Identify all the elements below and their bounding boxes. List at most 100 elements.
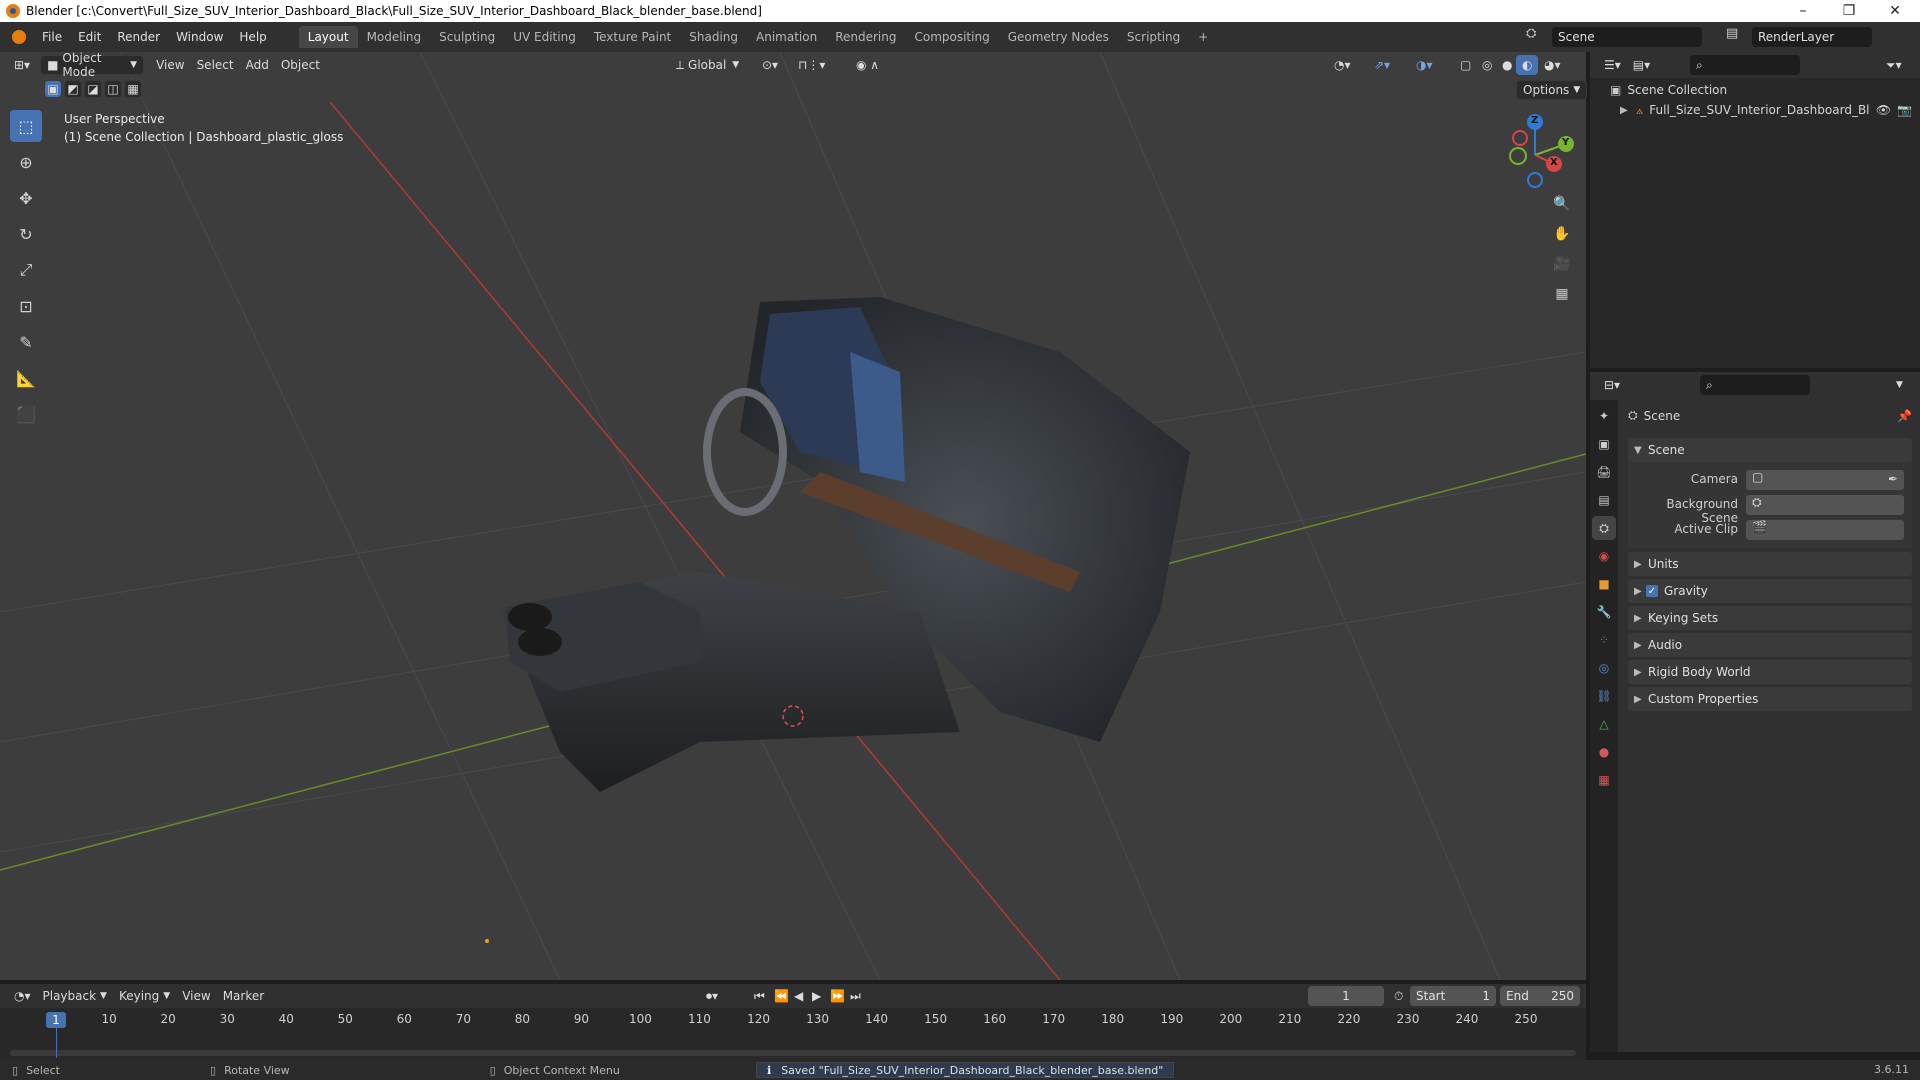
scale-icon[interactable]: ⤢ (10, 254, 42, 286)
output-tab-icon[interactable]: 🖨 (1592, 460, 1616, 484)
tab-compositing[interactable]: Compositing (905, 26, 998, 48)
background-scene-field[interactable]: ⛭ (1746, 495, 1904, 515)
outliner-search-input[interactable]: ⌕ (1690, 55, 1800, 75)
tab-uv-editing[interactable]: UV Editing (504, 26, 585, 48)
select-intersect-icon[interactable]: ▦ (124, 80, 142, 98)
tab-shading[interactable]: Shading (680, 26, 747, 48)
display-mode-icon[interactable]: ▤▾ (1627, 55, 1656, 75)
scene-name-field[interactable]: Scene (1552, 27, 1702, 47)
measure-icon[interactable]: 📐 (10, 362, 42, 394)
viewport-menu-object[interactable]: Object (275, 55, 326, 75)
clock-icon[interactable]: ⏱ (1388, 986, 1409, 1006)
scene-panel-header[interactable]: ▼ Scene (1628, 438, 1912, 462)
record-keyframe-icon[interactable]: ⏺▾ (700, 986, 724, 1006)
outliner-editor-icon[interactable]: ☰▾ (1598, 55, 1627, 75)
dashboard-model[interactable] (500, 297, 1190, 792)
audio-panel-header[interactable]: ▶ Audio (1628, 633, 1912, 657)
cursor-icon[interactable]: ⊕ (10, 146, 42, 178)
eye-icon[interactable]: 👁 (1876, 103, 1891, 117)
add-cube-icon[interactable]: ⬛ (10, 398, 42, 430)
custom-properties-panel-header[interactable]: ▶ Custom Properties (1628, 687, 1912, 711)
viewport-menu-view[interactable]: View (150, 55, 190, 75)
pivot-point-icon[interactable]: ⊙▾ (756, 55, 784, 75)
timeline-menu-marker[interactable]: Marker (217, 986, 270, 1006)
menu-edit[interactable]: Edit (70, 30, 109, 44)
eyedropper-icon[interactable]: ✒ (1888, 472, 1898, 486)
rendered-shading-icon[interactable]: ◕▾ (1538, 55, 1567, 75)
tool-tab-icon[interactable]: ✦ (1592, 404, 1616, 428)
material-preview-shading-icon[interactable]: ◐ (1516, 55, 1539, 75)
options-button[interactable]: Options ▼ (1516, 80, 1588, 100)
modifier-tab-icon[interactable]: 🔧 (1592, 600, 1616, 624)
camera-view-icon[interactable]: 🎥 (1550, 252, 1574, 276)
properties-search-input[interactable]: ⌕ (1700, 375, 1810, 395)
pan-hand-icon[interactable]: ✋ (1550, 222, 1574, 246)
editor-type-icon[interactable]: ⊞▾ (8, 55, 36, 75)
camera-field[interactable]: ▢ ✒ (1746, 470, 1904, 490)
properties-editor-icon[interactable]: ⊟▾ (1598, 375, 1626, 395)
xray-toggle-icon[interactable]: ▢ (1454, 55, 1477, 75)
select-subtract-icon[interactable]: ◪ (84, 80, 102, 98)
object-tab-icon[interactable]: ■ (1592, 572, 1616, 596)
scene-browse-icon[interactable]: ⛭ (1526, 26, 1546, 46)
view-layer-browse-icon[interactable]: ▤ (1726, 26, 1746, 46)
ortho-grid-icon[interactable]: ▦ (1550, 282, 1574, 306)
gizmo-toggle-icon[interactable]: ⇗▾ (1368, 55, 1396, 75)
select-new-icon[interactable]: ▣ (44, 80, 62, 98)
viewport-menu-add[interactable]: Add (240, 55, 275, 75)
view-layer-tab-icon[interactable]: ▤ (1592, 488, 1616, 512)
outliner-row[interactable]: ▶ ⟑ Full_Size_SUV_Interior_Dashboard_Bla… (1620, 100, 1916, 120)
jump-end-icon[interactable]: ⏭ (844, 986, 867, 1006)
proportional-editing-icon[interactable]: ◉ ∧ (850, 55, 885, 75)
camera-render-icon[interactable]: 📷 (1897, 103, 1912, 117)
scene-tab-icon[interactable]: ⛭ (1592, 516, 1616, 540)
view-layer-field[interactable]: RenderLayer (1752, 27, 1872, 47)
gravity-checkbox[interactable]: ✓ (1646, 585, 1658, 597)
end-frame-field[interactable]: End 250 (1500, 986, 1580, 1006)
material-tab-icon[interactable]: ● (1592, 740, 1616, 764)
tab-layout[interactable]: Layout (298, 26, 358, 48)
select-invert-icon[interactable]: ◫ (104, 80, 122, 98)
expand-arrow-icon[interactable]: ▶ (1620, 105, 1630, 116)
3d-viewport[interactable] (0, 52, 1586, 980)
select-box-icon[interactable]: ⬚ (10, 110, 42, 142)
world-tab-icon[interactable]: ◉ (1592, 544, 1616, 568)
data-tab-icon[interactable]: △ (1592, 712, 1616, 736)
blender-menu-icon[interactable] (12, 30, 26, 44)
overlays-toggle-icon[interactable]: ◑▾ (1410, 55, 1439, 75)
current-frame-field[interactable]: 1 (1308, 986, 1384, 1006)
pin-icon[interactable]: 📌 (1897, 409, 1912, 423)
timeline-menu-keying[interactable]: Keying ▼ (113, 986, 176, 1006)
timeline-scrollbar[interactable] (10, 1050, 1576, 1056)
start-frame-field[interactable]: Start 1 (1410, 986, 1496, 1006)
menu-render[interactable]: Render (109, 30, 168, 44)
rigid-body-world-panel-header[interactable]: ▶ Rigid Body World (1628, 660, 1912, 684)
rotate-icon[interactable]: ↻ (10, 218, 42, 250)
menu-help[interactable]: Help (231, 30, 274, 44)
tab-scripting[interactable]: Scripting (1118, 26, 1189, 48)
select-extend-icon[interactable]: ◩ (64, 80, 82, 98)
close-window-button[interactable]: ✕ (1872, 0, 1918, 22)
navigation-gizmo[interactable]: Z Y X (1490, 110, 1580, 200)
units-panel-header[interactable]: ▶ Units (1628, 552, 1912, 576)
transform-orientation-selector[interactable]: ⟂ Global ▼ (670, 55, 745, 75)
visibility-icon[interactable]: ◔▾ (1328, 55, 1357, 75)
render-tab-icon[interactable]: ▣ (1592, 432, 1616, 456)
tab-modeling[interactable]: Modeling (358, 26, 431, 48)
gravity-panel-header[interactable]: ▶ ✓ Gravity (1628, 579, 1912, 603)
tab-rendering[interactable]: Rendering (826, 26, 905, 48)
add-workspace-button[interactable]: + (1189, 26, 1217, 48)
constraints-tab-icon[interactable]: ⛓ (1592, 684, 1616, 708)
timeline-editor-icon[interactable]: ◔▾ (8, 986, 37, 1006)
chevron-down-icon[interactable]: ▼ (1890, 375, 1909, 395)
outliner-scene-collection[interactable]: ▣ Scene Collection (1610, 80, 1727, 100)
filter-icon[interactable]: ⏷▾ (1880, 55, 1908, 75)
timeline-menu-playback[interactable]: Playback ▼ (37, 986, 113, 1006)
menu-window[interactable]: Window (168, 30, 231, 44)
move-icon[interactable]: ✥ (10, 182, 42, 214)
particles-tab-icon[interactable]: ⁘ (1592, 628, 1616, 652)
maximize-button[interactable]: ❐ (1826, 0, 1872, 22)
timeline-menu-view[interactable]: View (176, 986, 216, 1006)
annotate-icon[interactable]: ✎ (10, 326, 42, 358)
keying-sets-panel-header[interactable]: ▶ Keying Sets (1628, 606, 1912, 630)
